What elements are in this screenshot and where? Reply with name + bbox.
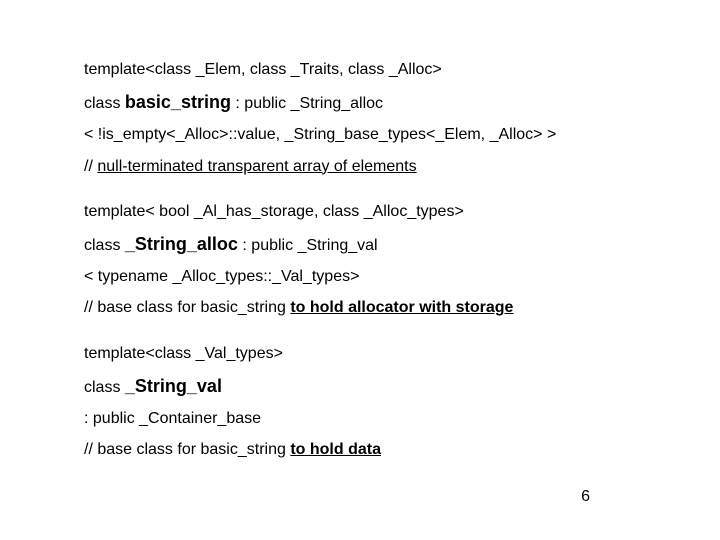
- text: <class _Elem, class _Traits, class _Allo…: [145, 61, 441, 78]
- comment-bold-underlined: to hold data: [290, 441, 381, 458]
- spacer: [84, 186, 644, 200]
- text: : public _String_alloc: [231, 95, 383, 112]
- code-line: < typename _Alloc_types::_Val_types>: [84, 265, 644, 288]
- code-line: class basic_string : public _String_allo…: [84, 89, 644, 115]
- text: : public _Container_base: [84, 410, 261, 427]
- comment-line: // base class for basic_string to hold a…: [84, 296, 644, 319]
- comment-underlined: null-terminated transparent array of ele…: [97, 158, 416, 175]
- text: //: [84, 158, 97, 175]
- spacer: [84, 328, 644, 342]
- slide-body: template<class _Elem, class _Traits, cla…: [84, 58, 644, 469]
- class-name: _String_val: [125, 376, 222, 396]
- text: <class _Val_types>: [145, 345, 283, 362]
- comment-bold-underlined: to hold allocator with storage: [290, 299, 513, 316]
- text: class: [84, 379, 125, 396]
- text: class: [84, 95, 125, 112]
- text: template: [84, 345, 145, 362]
- text: < !is_empty<_Alloc>::value, _String_base…: [84, 126, 556, 143]
- code-line: template<class _Val_types>: [84, 342, 644, 365]
- code-line: template<class _Elem, class _Traits, cla…: [84, 58, 644, 81]
- text: // base class for basic_string: [84, 441, 290, 458]
- text: template: [84, 61, 145, 78]
- class-name: _String_alloc: [125, 234, 238, 254]
- text: < typename _Alloc_types::_Val_types>: [84, 268, 359, 285]
- text: < bool _Al_has_storage, class _Alloc_typ…: [145, 203, 463, 220]
- code-line: template< bool _Al_has_storage, class _A…: [84, 200, 644, 223]
- text: template: [84, 203, 145, 220]
- code-line: class _String_val: [84, 373, 644, 399]
- comment-line: // base class for basic_string to hold d…: [84, 438, 644, 461]
- code-line: < !is_empty<_Alloc>::value, _String_base…: [84, 123, 644, 146]
- class-name: basic_string: [125, 92, 231, 112]
- text: class: [84, 237, 125, 254]
- text: : public _String_val: [238, 237, 378, 254]
- code-line: class _String_alloc : public _String_val: [84, 231, 644, 257]
- page-number: 6: [581, 488, 590, 506]
- code-line: : public _Container_base: [84, 407, 644, 430]
- text: // base class for basic_string: [84, 299, 290, 316]
- comment-line: // null-terminated transparent array of …: [84, 155, 644, 178]
